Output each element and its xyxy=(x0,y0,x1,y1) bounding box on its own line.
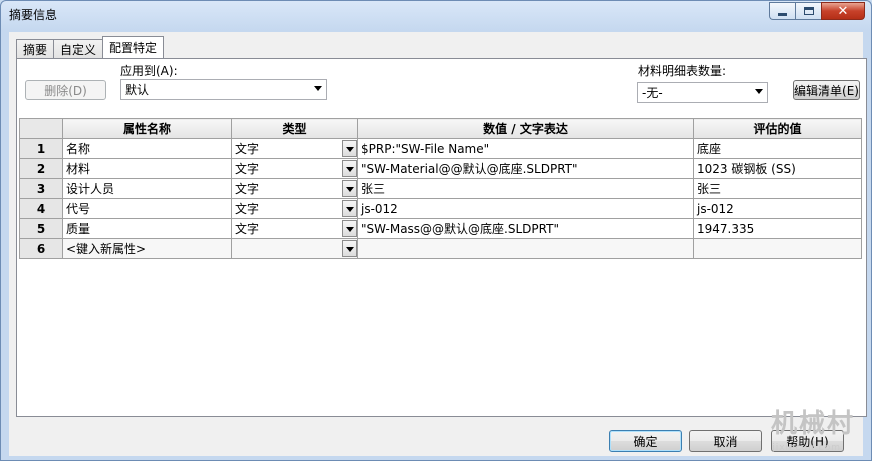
apply-to-combo[interactable]: 默认 xyxy=(120,79,327,100)
row-number[interactable]: 3 xyxy=(19,178,63,199)
property-name-cell[interactable]: 名称 xyxy=(62,138,232,159)
evaluated-value-cell xyxy=(693,238,862,259)
type-value: 文字 xyxy=(235,222,260,236)
type-value: 文字 xyxy=(235,142,260,156)
edit-list-button[interactable]: 编辑清单(E) xyxy=(793,80,860,100)
dialog-window: 摘要信息 ✕ 摘要 自定义 配置特定 删除(D) 应用到(A): 默认 材料明细… xyxy=(0,0,872,461)
row-number[interactable]: 5 xyxy=(19,218,63,239)
close-icon: ✕ xyxy=(837,3,849,19)
evaluated-value-cell: 1947.335 xyxy=(693,218,862,239)
column-header-property-name[interactable]: 属性名称 xyxy=(62,118,232,139)
table-row-new: 6 <键入新属性> xyxy=(19,238,862,259)
type-cell[interactable]: 文字 xyxy=(231,218,358,239)
type-cell[interactable]: 文字 xyxy=(231,178,358,199)
watermark-subtext: jixiecun.com xyxy=(772,443,841,453)
tab-summary[interactable]: 摘要 xyxy=(16,39,55,58)
column-header-value-expression[interactable]: 数值 / 文字表达 xyxy=(357,118,694,139)
type-value: 文字 xyxy=(235,202,260,216)
table-row: 1 名称 文字 $PRP:"SW-File Name" 底座 xyxy=(19,138,862,159)
table-row: 3 设计人员 文字 张三 张三 xyxy=(19,178,862,199)
title-bar[interactable]: 摘要信息 ✕ xyxy=(1,1,871,27)
value-expression-cell[interactable]: js-012 xyxy=(357,198,694,219)
row-number[interactable]: 6 xyxy=(19,238,63,259)
row-number[interactable]: 1 xyxy=(19,138,63,159)
type-value: 文字 xyxy=(235,162,260,176)
row-number[interactable]: 4 xyxy=(19,198,63,219)
table-row: 4 代号 文字 js-012 js-012 xyxy=(19,198,862,219)
column-header-evaluated-value[interactable]: 评估的值 xyxy=(693,118,862,139)
chevron-down-icon xyxy=(755,89,763,94)
tab-strip: 摘要 自定义 配置特定 xyxy=(16,36,165,58)
ok-button[interactable]: 确定 xyxy=(609,430,682,452)
properties-grid: 属性名称 类型 数值 / 文字表达 评估的值 1 名称 文字 $PRP:"SW-… xyxy=(19,118,862,259)
type-cell[interactable] xyxy=(231,238,358,259)
value-expression-cell[interactable] xyxy=(357,238,694,259)
table-row: 5 质量 文字 "SW-Mass@@默认@底座.SLDPRT" 1947.335 xyxy=(19,218,862,239)
close-button[interactable]: ✕ xyxy=(821,2,865,20)
apply-to-value: 默认 xyxy=(125,83,150,97)
column-header-type[interactable]: 类型 xyxy=(231,118,358,139)
minimize-icon xyxy=(778,13,787,16)
tab-custom[interactable]: 自定义 xyxy=(53,39,104,58)
caption-buttons: ✕ xyxy=(769,2,865,20)
grid-header-row: 属性名称 类型 数值 / 文字表达 评估的值 xyxy=(19,118,862,139)
type-value: 文字 xyxy=(235,182,260,196)
value-expression-cell[interactable]: "SW-Material@@默认@底座.SLDPRT" xyxy=(357,158,694,179)
apply-to-label: 应用到(A): xyxy=(120,64,178,78)
type-dropdown-button[interactable] xyxy=(342,200,357,217)
bom-quantity-combo[interactable]: -无- xyxy=(637,82,768,103)
tab-configuration-specific[interactable]: 配置特定 xyxy=(102,36,165,58)
dialog-client: 摘要 自定义 配置特定 删除(D) 应用到(A): 默认 材料明细表数量: -无… xyxy=(9,32,867,456)
property-name-cell[interactable]: 设计人员 xyxy=(62,178,232,199)
new-property-name-cell[interactable]: <键入新属性> xyxy=(62,238,232,259)
type-cell[interactable]: 文字 xyxy=(231,138,358,159)
evaluated-value-cell: 张三 xyxy=(693,178,862,199)
row-number[interactable]: 2 xyxy=(19,158,63,179)
evaluated-value-cell: js-012 xyxy=(693,198,862,219)
maximize-icon xyxy=(803,7,814,15)
cancel-button[interactable]: 取消 xyxy=(689,430,762,452)
property-name-cell[interactable]: 材料 xyxy=(62,158,232,179)
window-title: 摘要信息 xyxy=(9,8,58,22)
value-expression-cell[interactable]: 张三 xyxy=(357,178,694,199)
minimize-button[interactable] xyxy=(769,2,795,20)
bom-quantity-value: -无- xyxy=(642,86,663,100)
table-row: 2 材料 文字 "SW-Material@@默认@底座.SLDPRT" 1023… xyxy=(19,158,862,179)
property-name-cell[interactable]: 质量 xyxy=(62,218,232,239)
grid-corner[interactable] xyxy=(19,118,63,139)
type-dropdown-button[interactable] xyxy=(342,240,357,257)
evaluated-value-cell: 1023 碳钢板 (SS) xyxy=(693,158,862,179)
type-dropdown-button[interactable] xyxy=(342,140,357,157)
tab-panel-configuration-specific: 删除(D) 应用到(A): 默认 材料明细表数量: -无- 编辑清单(E) 属性… xyxy=(16,58,867,417)
type-dropdown-button[interactable] xyxy=(342,160,357,177)
maximize-button[interactable] xyxy=(795,2,821,20)
type-dropdown-button[interactable] xyxy=(342,180,357,197)
watermark-text: 机械村 xyxy=(770,409,855,439)
delete-button[interactable]: 删除(D) xyxy=(25,80,106,100)
type-dropdown-button[interactable] xyxy=(342,220,357,237)
bom-quantity-label: 材料明细表数量: xyxy=(638,64,727,78)
type-cell[interactable]: 文字 xyxy=(231,198,358,219)
evaluated-value-cell: 底座 xyxy=(693,138,862,159)
value-expression-cell[interactable]: "SW-Mass@@默认@底座.SLDPRT" xyxy=(357,218,694,239)
type-cell[interactable]: 文字 xyxy=(231,158,358,179)
property-name-cell[interactable]: 代号 xyxy=(62,198,232,219)
chevron-down-icon xyxy=(314,86,322,91)
value-expression-cell[interactable]: $PRP:"SW-File Name" xyxy=(357,138,694,159)
